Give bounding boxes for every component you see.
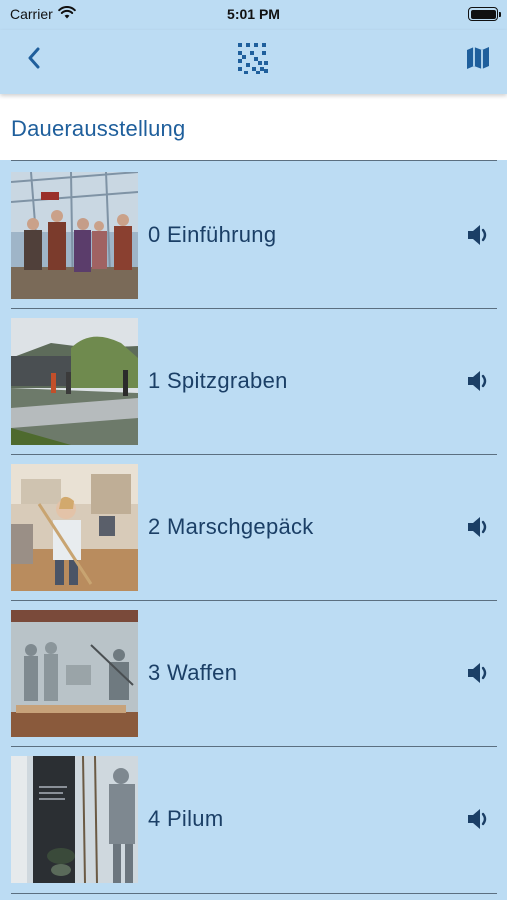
exhibit-title: 3 Waffen	[148, 660, 238, 685]
list-item[interactable]: 3 Waffen	[0, 600, 507, 746]
exhibit-title: 0 Einführung	[148, 222, 277, 247]
section-title: Dauerausstellung	[11, 116, 186, 141]
list-divider	[11, 160, 497, 161]
status-bar: Carrier 5:01 PM	[0, 0, 507, 30]
speaker-icon[interactable]	[466, 806, 492, 832]
exhibit-thumbnail	[11, 610, 138, 737]
speaker-icon[interactable]	[466, 222, 492, 248]
chevron-left-icon	[27, 47, 41, 74]
navigation-bar	[0, 30, 507, 94]
exhibit-thumbnail	[11, 172, 138, 299]
exhibit-title: 4 Pilum	[148, 806, 224, 831]
list-divider	[11, 893, 497, 894]
list-item[interactable]: 1 Spitzgraben	[0, 308, 507, 454]
qr-scan-button[interactable]	[233, 42, 273, 78]
exhibit-title: 2 Marschgepäck	[148, 514, 314, 539]
exhibit-thumbnail	[11, 464, 138, 591]
exhibit-thumbnail	[11, 318, 138, 445]
map-button[interactable]	[458, 42, 498, 78]
back-button[interactable]	[14, 42, 54, 78]
qr-code-icon	[236, 41, 270, 80]
status-time: 5:01 PM	[227, 6, 280, 22]
speaker-icon[interactable]	[466, 368, 492, 394]
battery-icon	[468, 7, 501, 21]
exhibit-thumbnail	[11, 756, 138, 883]
list-item[interactable]: 4 Pilum	[0, 746, 507, 892]
list-item[interactable]: 2 Marschgepäck	[0, 454, 507, 600]
section-header: Dauerausstellung	[0, 94, 507, 160]
list-item[interactable]: 0 Einführung	[0, 162, 507, 308]
speaker-icon[interactable]	[466, 660, 492, 686]
map-icon	[466, 46, 490, 75]
exhibit-title: 1 Spitzgraben	[148, 368, 288, 393]
speaker-icon[interactable]	[466, 514, 492, 540]
